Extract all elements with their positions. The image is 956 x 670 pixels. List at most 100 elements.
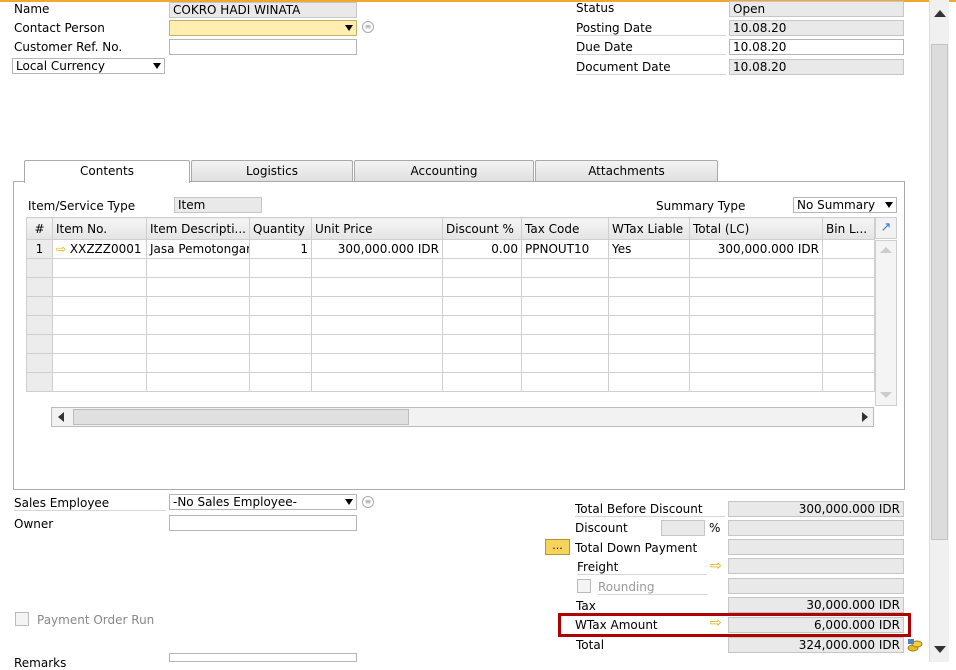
wtax-liable-cell[interactable]: Yes: [608, 239, 690, 259]
chevron-down-icon[interactable]: [885, 202, 893, 208]
rounding-label: Rounding: [598, 580, 708, 595]
column-header[interactable]: Discount %: [442, 217, 522, 240]
scroll-left-icon[interactable]: [58, 412, 64, 422]
payment-order-run-checkbox[interactable]: [15, 612, 29, 626]
table-row[interactable]: [26, 277, 875, 297]
column-header[interactable]: WTax Liable: [608, 217, 690, 240]
tab-attachments[interactable]: Attachments: [535, 160, 718, 182]
percent-sign: %: [709, 521, 721, 535]
remarks-field[interactable]: [169, 653, 357, 662]
grid-vertical-scrollbar[interactable]: [875, 240, 897, 406]
document-date-label: Document Date: [576, 60, 726, 75]
tax-code-cell[interactable]: PPNOUT10: [521, 239, 609, 259]
table-row[interactable]: [26, 258, 875, 278]
freight-field: [728, 558, 904, 574]
chevron-down-icon[interactable]: [153, 63, 161, 69]
total-down-payment-field: [728, 539, 904, 555]
table-row[interactable]: [26, 296, 875, 316]
row-number: 1: [26, 239, 53, 259]
scroll-down-icon[interactable]: [934, 646, 946, 653]
currency-dropdown[interactable]: Local Currency: [12, 58, 165, 74]
column-header[interactable]: Unit Price: [311, 217, 443, 240]
wtax-amount-label: WTax Amount: [575, 618, 658, 632]
sales-employee-label: Sales Employee: [14, 496, 166, 511]
tax-label: Tax: [576, 599, 596, 613]
tax-field: 30,000.000 IDR: [728, 597, 904, 613]
column-header[interactable]: Item Descripti...: [146, 217, 250, 240]
scroll-up-icon[interactable]: [880, 247, 892, 253]
name-field[interactable]: COKRO HADI WINATA: [169, 2, 357, 18]
status-field: Open: [729, 1, 904, 17]
rounding-field: [728, 578, 904, 594]
total-lc-cell[interactable]: 300,000.000 IDR: [689, 239, 823, 259]
expand-grid-icon[interactable]: ↗: [875, 217, 897, 239]
table-row[interactable]: [26, 353, 875, 373]
posting-date-field[interactable]: 10.08.20: [729, 20, 904, 36]
item-service-type-field: Item: [174, 197, 262, 213]
rounding-checkbox[interactable]: [577, 579, 591, 593]
payment-order-run-label: Payment Order Run: [37, 613, 155, 627]
wtax-arrow-icon[interactable]: ⇨: [710, 615, 722, 631]
column-header[interactable]: Tax Code: [521, 217, 609, 240]
column-header[interactable]: Quantity: [249, 217, 312, 240]
unit-price-cell[interactable]: 300,000.000 IDR: [311, 239, 443, 259]
discount-cell[interactable]: 0.00: [442, 239, 522, 259]
customer-ref-label: Customer Ref. No.: [14, 40, 123, 54]
scroll-right-icon[interactable]: [862, 412, 868, 422]
total-before-discount-label: Total Before Discount: [575, 502, 725, 517]
column-header[interactable]: Bin L...: [822, 217, 875, 240]
scroll-up-icon[interactable]: [934, 10, 946, 17]
owner-field[interactable]: [169, 515, 357, 531]
chevron-down-icon[interactable]: [345, 499, 353, 505]
document-date-field[interactable]: 10.08.20: [729, 59, 904, 75]
table-row[interactable]: [26, 315, 875, 335]
sales-employee-value: -No Sales Employee-: [173, 495, 297, 509]
remarks-label: Remarks: [14, 656, 67, 670]
scroll-down-icon[interactable]: [880, 392, 892, 398]
link-arrow-icon[interactable]: ⇨: [56, 242, 66, 256]
discount-amount-field[interactable]: [728, 520, 904, 536]
column-header[interactable]: Total (LC): [689, 217, 823, 240]
summary-type-dropdown[interactable]: No Summary: [793, 197, 897, 213]
quantity-cell[interactable]: 1: [249, 239, 312, 259]
chevron-down-icon[interactable]: [345, 25, 353, 31]
total-down-payment-label: Total Down Payment: [575, 541, 698, 555]
contact-person-dropdown[interactable]: [169, 20, 357, 36]
contents-grid: # Item No. Item Descripti... Quantity Un…: [26, 217, 875, 392]
table-row[interactable]: 1 ⇨ XXZZZ0001 Jasa Pemotongan 1 300,000.…: [26, 239, 875, 259]
scroll-thumb[interactable]: [73, 409, 409, 425]
name-label: Name: [14, 2, 50, 16]
total-label: Total: [576, 638, 605, 652]
tab-accounting[interactable]: Accounting: [354, 160, 534, 182]
due-date-field[interactable]: 10.08.20: [729, 39, 904, 55]
table-row[interactable]: [26, 372, 875, 392]
column-header[interactable]: #: [26, 217, 53, 240]
tab-logistics[interactable]: Logistics: [191, 160, 353, 182]
table-row[interactable]: [26, 334, 875, 354]
currency-value: Local Currency: [16, 59, 105, 73]
freight-arrow-icon[interactable]: ⇨: [710, 558, 722, 574]
freight-label: Freight: [577, 560, 707, 575]
column-header[interactable]: Item No.: [52, 217, 147, 240]
customer-ref-field[interactable]: [169, 39, 357, 55]
discount-percent-field[interactable]: [661, 520, 705, 536]
sales-employee-dropdown[interactable]: -No Sales Employee-: [169, 494, 357, 510]
item-no-value: XXZZZ0001: [69, 242, 142, 256]
status-label: Status: [576, 1, 615, 15]
tab-contents[interactable]: Contents: [24, 160, 190, 183]
contact-person-label: Contact Person: [14, 21, 105, 35]
due-date-label: Due Date: [576, 40, 726, 55]
down-payment-button[interactable]: ...: [545, 539, 570, 555]
grid-header-row: # Item No. Item Descripti... Quantity Un…: [26, 217, 875, 240]
item-desc-cell[interactable]: Jasa Pemotongan: [146, 239, 250, 259]
item-no-cell[interactable]: ⇨ XXZZZ0001: [52, 239, 147, 259]
list-icon[interactable]: ≡: [362, 21, 374, 33]
owner-label: Owner: [14, 517, 54, 531]
list-icon[interactable]: ≡: [362, 496, 374, 508]
summary-type-label: Summary Type: [656, 199, 746, 213]
scroll-thumb[interactable]: [931, 44, 948, 540]
grid-horizontal-scrollbar[interactable]: [51, 407, 874, 427]
bin-location-cell[interactable]: [822, 239, 875, 259]
coins-icon[interactable]: [907, 637, 923, 653]
window-vertical-scrollbar[interactable]: [929, 0, 949, 662]
